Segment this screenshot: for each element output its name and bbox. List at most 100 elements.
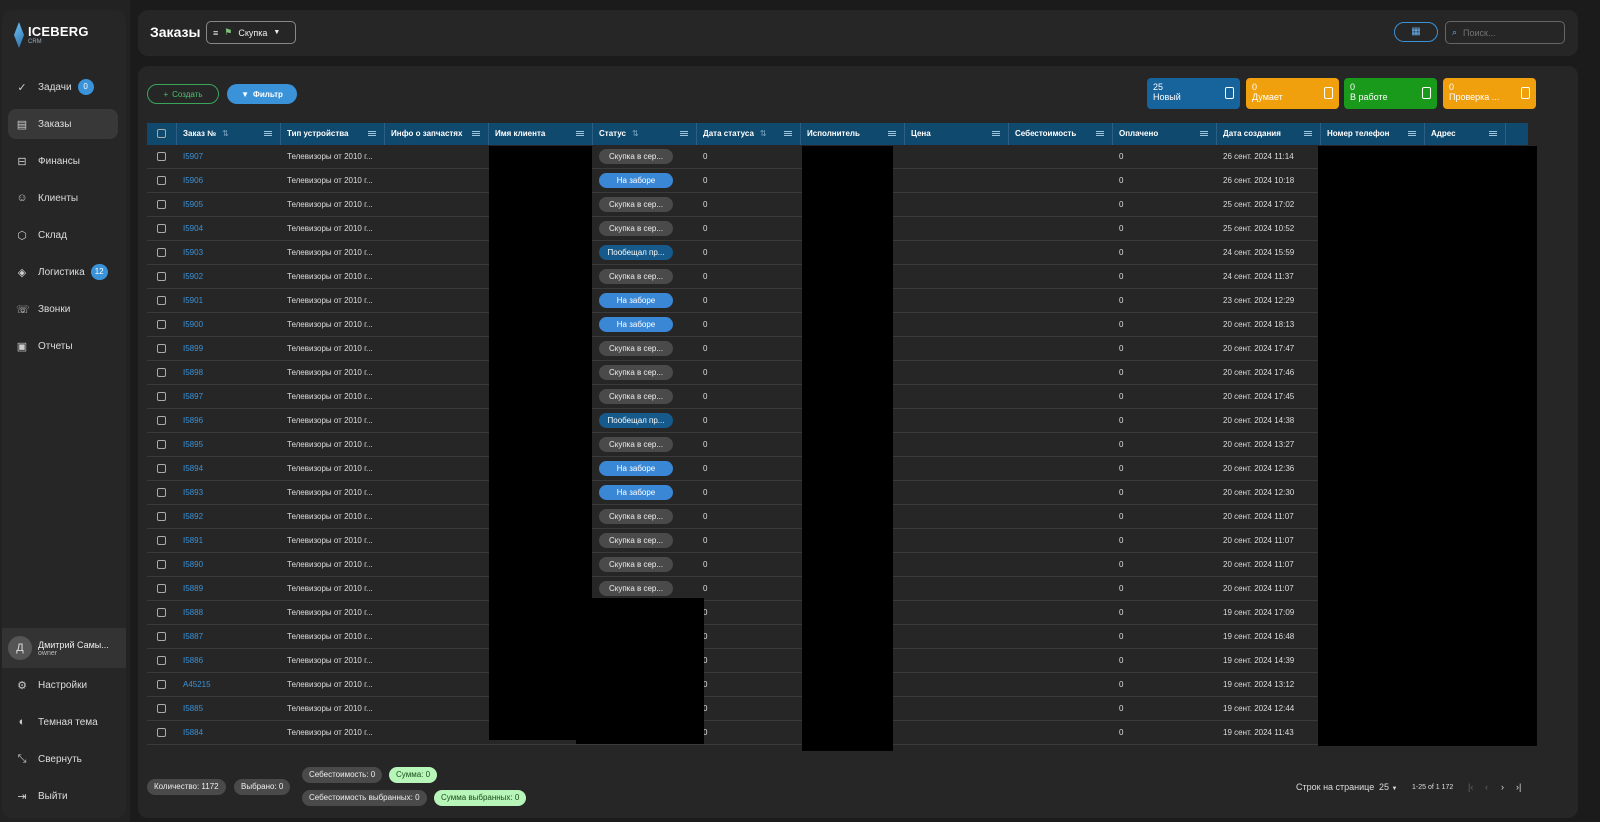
sidebar-bottom-item-2[interactable]: ⤡ Свернуть (8, 744, 118, 774)
status-badge[interactable]: На заборе (599, 484, 673, 500)
cell-order-id[interactable]: I5905 (177, 193, 281, 217)
column-header-9[interactable]: Оплачено (1113, 123, 1217, 145)
sidebar-item-6[interactable]: ☏ Звонки (8, 294, 118, 324)
row-checkbox[interactable] (157, 223, 166, 233)
cell-order-id-text[interactable]: I5885 (183, 704, 203, 713)
cell-order-id[interactable]: I5887 (177, 625, 281, 649)
cell-order-id[interactable]: I5885 (177, 697, 281, 721)
row-checkbox[interactable] (157, 703, 166, 713)
cell-order-id[interactable]: I5884 (177, 721, 281, 745)
status-badge[interactable]: Скупка в сер... (599, 436, 673, 452)
cell-order-id-text[interactable]: I5899 (183, 344, 203, 353)
row-checkbox[interactable] (157, 559, 166, 569)
next-page-button[interactable]: › (1501, 782, 1504, 792)
status-badge[interactable]: На заборе (599, 316, 673, 332)
status-badge[interactable]: Скупка в сер... (599, 220, 673, 236)
cell-order-id-text[interactable]: I5906 (183, 176, 203, 185)
row-checkbox[interactable] (157, 175, 166, 185)
cell-order-id[interactable]: I5891 (177, 529, 281, 553)
column-header-11[interactable]: Номер телефон (1321, 123, 1425, 145)
status-badge[interactable]: Скупка в сер... (599, 532, 673, 548)
row-checkbox[interactable] (157, 247, 166, 257)
column-menu-icon[interactable] (368, 133, 376, 134)
status-badge[interactable]: Скупка в сер... (599, 148, 673, 164)
clipboard-icon[interactable] (1422, 87, 1431, 99)
status-badge[interactable]: Скупка в сер... (599, 388, 673, 404)
row-checkbox[interactable] (157, 727, 166, 737)
status-badge[interactable]: На заборе (599, 292, 673, 308)
column-header-3[interactable]: Имя клиента (489, 123, 593, 145)
cell-order-id[interactable]: I5904 (177, 217, 281, 241)
view-select[interactable]: ≡ ⚑ Скупка ▼ (206, 21, 296, 44)
select-all-checkbox[interactable] (157, 129, 166, 139)
cell-order-id-text[interactable]: I5887 (183, 632, 203, 641)
status-badge[interactable]: Скупка в сер... (599, 364, 673, 380)
cell-order-id-text[interactable]: A45215 (183, 680, 211, 689)
column-header-10[interactable]: Дата создания (1217, 123, 1321, 145)
cell-order-id-text[interactable]: I5886 (183, 656, 203, 665)
status-badge[interactable]: Пообещал пр... (599, 412, 673, 428)
sidebar-item-7[interactable]: ▣ Отчеты (8, 331, 118, 361)
row-checkbox[interactable] (157, 367, 166, 377)
cell-order-id-text[interactable]: I5891 (183, 536, 203, 545)
column-menu-icon[interactable] (680, 133, 688, 134)
column-header-0[interactable]: Заказ № ⇅ (177, 123, 281, 145)
column-menu-icon[interactable] (1489, 133, 1497, 134)
cell-order-id-text[interactable]: I5902 (183, 272, 203, 281)
column-menu-icon[interactable] (1096, 133, 1104, 134)
sort-icon[interactable]: ⇅ (632, 129, 639, 138)
row-checkbox[interactable] (157, 655, 166, 665)
status-badge[interactable]: Скупка в сер... (599, 508, 673, 524)
cell-order-id[interactable]: I5888 (177, 601, 281, 625)
row-checkbox[interactable] (157, 151, 166, 161)
sidebar-bottom-item-0[interactable]: ⚙ Настройки (8, 670, 118, 700)
cell-order-id-text[interactable]: I5897 (183, 392, 203, 401)
row-checkbox[interactable] (157, 295, 166, 305)
search-box[interactable]: ⌕ (1445, 21, 1565, 44)
cell-order-id[interactable]: I5901 (177, 289, 281, 313)
column-menu-icon[interactable] (992, 133, 1000, 134)
sidebar-item-3[interactable]: ☺ Клиенты (8, 183, 118, 213)
status-card-3[interactable]: 0 Проверка ... (1443, 78, 1536, 109)
row-checkbox[interactable] (157, 343, 166, 353)
status-badge[interactable]: Скупка в сер... (599, 268, 673, 284)
cell-order-id[interactable]: A45215 (177, 673, 281, 697)
cell-order-id[interactable]: I5892 (177, 505, 281, 529)
last-page-button[interactable]: ›| (1516, 782, 1521, 792)
layout-toggle-button[interactable]: ▦ (1394, 22, 1438, 42)
sidebar-bottom-item-1[interactable]: ◐ Темная тема (8, 707, 118, 737)
cell-order-id[interactable]: I5889 (177, 577, 281, 601)
cell-order-id[interactable]: I5906 (177, 169, 281, 193)
status-badge[interactable]: Скупка в сер... (599, 556, 673, 572)
sidebar-item-1[interactable]: ▤ Заказы (8, 109, 118, 139)
column-header-7[interactable]: Цена (905, 123, 1009, 145)
cell-order-id[interactable]: I5896 (177, 409, 281, 433)
cell-order-id-text[interactable]: I5894 (183, 464, 203, 473)
status-card-1[interactable]: 0 Думает (1246, 78, 1339, 109)
cell-order-id-text[interactable]: I5884 (183, 728, 203, 737)
sidebar-item-2[interactable]: ⊟ Финансы (8, 146, 118, 176)
column-menu-icon[interactable] (1200, 133, 1208, 134)
row-checkbox[interactable] (157, 535, 166, 545)
column-header-12[interactable]: Адрес (1425, 123, 1506, 145)
column-menu-icon[interactable] (784, 133, 792, 134)
cell-order-id-text[interactable]: I5903 (183, 248, 203, 257)
row-checkbox[interactable] (157, 415, 166, 425)
cell-order-id-text[interactable]: I5907 (183, 152, 203, 161)
sort-icon[interactable]: ⇅ (222, 129, 229, 138)
clipboard-icon[interactable] (1521, 87, 1530, 99)
column-menu-icon[interactable] (576, 133, 584, 134)
cell-order-id-text[interactable]: I5889 (183, 584, 203, 593)
column-menu-icon[interactable] (472, 133, 480, 134)
cell-order-id[interactable]: I5886 (177, 649, 281, 673)
status-card-2[interactable]: 0В работе (1344, 78, 1437, 109)
cell-order-id-text[interactable]: I5896 (183, 416, 203, 425)
cell-order-id[interactable]: I5900 (177, 313, 281, 337)
cell-order-id-text[interactable]: I5901 (183, 296, 203, 305)
row-checkbox[interactable] (157, 463, 166, 473)
row-checkbox[interactable] (157, 583, 166, 593)
column-header-4[interactable]: Статус ⇅ (593, 123, 697, 145)
cell-order-id-text[interactable]: I5905 (183, 200, 203, 209)
cell-order-id[interactable]: I5897 (177, 385, 281, 409)
column-header-5[interactable]: Дата статуса ⇅ (697, 123, 801, 145)
